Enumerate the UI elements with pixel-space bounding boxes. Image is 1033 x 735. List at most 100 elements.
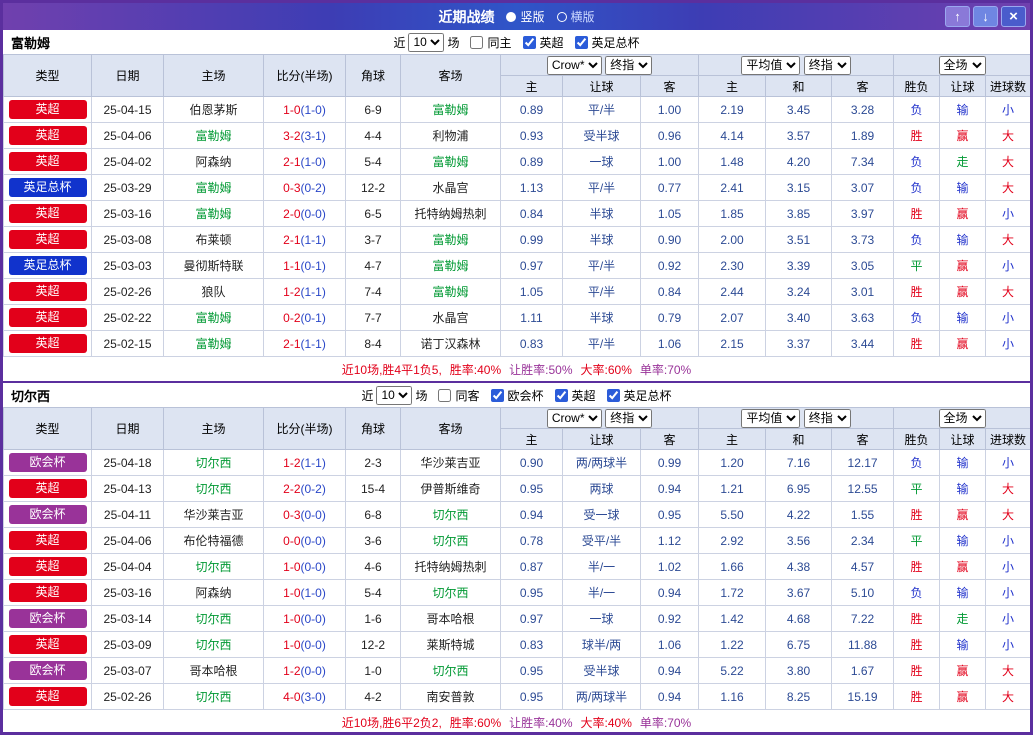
result-cell: 平 (893, 475, 941, 502)
layout-option-vertical[interactable]: 竖版 (506, 8, 545, 25)
result-group: 全场 (893, 54, 1030, 76)
league-badge: 英超 (8, 687, 87, 706)
radio-label: 竖版 (520, 10, 545, 24)
league-badge: 英超 (8, 479, 87, 498)
avg-odds-group: 平均值 终指 (698, 407, 895, 429)
fulltime-score: 0-2 (283, 310, 301, 325)
league-filter-checkbox[interactable] (574, 35, 588, 49)
summary-segment: 大率:40% (580, 715, 632, 730)
crown-odds-cell: 0.96 (639, 122, 700, 149)
home-team-cell: 切尔西 (163, 449, 264, 476)
result-cell: 负 (893, 148, 941, 175)
home-team-cell: 切尔西 (163, 683, 264, 710)
avg-odds-cell: 3.37 (765, 330, 833, 357)
bookmaker-select[interactable]: Crow* (546, 408, 602, 428)
league-badge: 英超 (8, 230, 87, 249)
recent-count-select[interactable]: 10 (408, 32, 445, 52)
period-select[interactable]: 全场 (938, 55, 986, 75)
result-cell: 负 (893, 226, 941, 253)
same-venue-checkbox[interactable] (470, 35, 484, 49)
away-team-cell: 富勒姆 (400, 226, 501, 253)
goals-result-cell: 大 (985, 122, 1030, 149)
crown-odds-cell: 0.99 (500, 226, 563, 253)
crown-odds-cell: 半球 (562, 200, 641, 227)
date-cell: 25-03-08 (91, 226, 164, 253)
handicap-result-cell: 输 (939, 579, 987, 606)
avg-odds-cell: 3.24 (765, 278, 833, 305)
same-venue-checkbox[interactable] (438, 388, 452, 402)
league-filter-checkbox[interactable] (522, 35, 536, 49)
league-badge: 英足总杯 (8, 256, 87, 275)
fulltime-score: 1-0 (283, 559, 301, 574)
corners-cell: 6-8 (345, 501, 401, 528)
bookmaker-select[interactable]: Crow* (546, 55, 602, 75)
down-arrow-icon: ↓ (982, 9, 989, 24)
avg-odds-cell: 3.63 (831, 304, 895, 331)
handicap-result-cell: 输 (939, 304, 987, 331)
halftime-score: (0-0) (300, 206, 326, 221)
crown-odds-cell: 1.00 (639, 148, 700, 175)
halftime-score: (1-1) (300, 455, 326, 470)
recent-count-select[interactable]: 10 (376, 385, 413, 405)
crown-odds-cell: 1.05 (500, 278, 563, 305)
period-select[interactable]: 全场 (938, 408, 986, 428)
scroll-up-button[interactable]: ↑ (945, 6, 970, 27)
avg-stage-select[interactable]: 终指 (803, 55, 851, 75)
crown-odds-cell: 1.02 (639, 553, 700, 580)
close-button[interactable]: × (1001, 6, 1026, 27)
filter-bar: 近 10 场 同主 英超 英足总杯 (393, 32, 640, 52)
col-away: 客场 (400, 407, 501, 450)
date-cell: 25-03-16 (91, 579, 164, 606)
crown-odds-cell: 平/半 (562, 330, 641, 357)
col-crown-home: 主 (500, 75, 563, 97)
match-row: 英超 25-04-04 切尔西 1-0(0-0) 4-6 托特纳姆热刺 0.87 半/一 1.0… (3, 553, 1030, 580)
match-row: 英超 25-03-16 阿森纳 1-0(1-0) 5-4 切尔西 0.95 半/一 0.94 1.… (3, 579, 1030, 606)
avg-select[interactable]: 平均值 (741, 55, 801, 75)
crown-odds-cell: 0.84 (639, 278, 700, 305)
result-cell: 负 (893, 579, 941, 606)
goals-result-cell: 小 (985, 631, 1030, 658)
col-corner: 角球 (345, 54, 401, 97)
fulltime-score: 2-0 (283, 206, 301, 221)
league-type-cell: 英超 (3, 96, 92, 123)
halftime-score: (0-0) (300, 637, 326, 652)
crown-odds-cell: 平/半 (562, 278, 641, 305)
league-badge: 英超 (8, 152, 87, 171)
scroll-down-button[interactable]: ↓ (973, 6, 998, 27)
crown-stage-select[interactable]: 终指 (605, 408, 653, 428)
avg-odds-cell: 3.05 (831, 252, 895, 279)
col-type: 类型 (3, 407, 92, 450)
fulltime-score: 1-0 (283, 611, 301, 626)
score-cell: 4-0(3-0) (263, 683, 346, 710)
goals-result-cell: 小 (985, 96, 1030, 123)
crown-stage-select[interactable]: 终指 (605, 55, 653, 75)
league-filter-label: 欧会杯 (507, 388, 544, 403)
col-corner: 角球 (345, 407, 401, 450)
crown-odds-cell: 半/一 (562, 553, 641, 580)
result-cell: 胜 (893, 657, 941, 684)
crown-odds-cell: 0.95 (500, 475, 563, 502)
date-cell: 25-04-06 (91, 122, 164, 149)
score-cell: 2-1(1-0) (263, 148, 346, 175)
col-away: 客场 (400, 54, 501, 97)
home-team-cell: 阿森纳 (163, 579, 264, 606)
layout-option-horizontal[interactable]: 横版 (556, 8, 595, 25)
goals-result-cell: 小 (985, 605, 1030, 632)
avg-stage-select[interactable]: 终指 (803, 408, 851, 428)
avg-odds-cell: 3.57 (765, 122, 833, 149)
league-filter-checkbox[interactable] (606, 388, 620, 402)
date-cell: 25-02-15 (91, 330, 164, 357)
league-badge: 英超 (8, 204, 87, 223)
avg-select[interactable]: 平均值 (741, 408, 801, 428)
crown-odds-cell: 0.95 (639, 501, 700, 528)
league-type-cell: 欧会杯 (3, 449, 92, 476)
radio-label: 横版 (570, 10, 595, 24)
league-filter-checkbox[interactable] (554, 388, 568, 402)
col-type: 类型 (3, 54, 92, 97)
handicap-result-cell: 走 (939, 148, 987, 175)
league-filter-checkbox[interactable] (490, 388, 504, 402)
match-row: 英超 25-03-16 富勒姆 2-0(0-0) 6-5 托特纳姆热刺 0.84 半球 1.05… (3, 200, 1030, 227)
handicap-result-cell: 赢 (939, 278, 987, 305)
avg-odds-cell: 11.88 (831, 631, 895, 658)
goals-result-cell: 小 (985, 252, 1030, 279)
